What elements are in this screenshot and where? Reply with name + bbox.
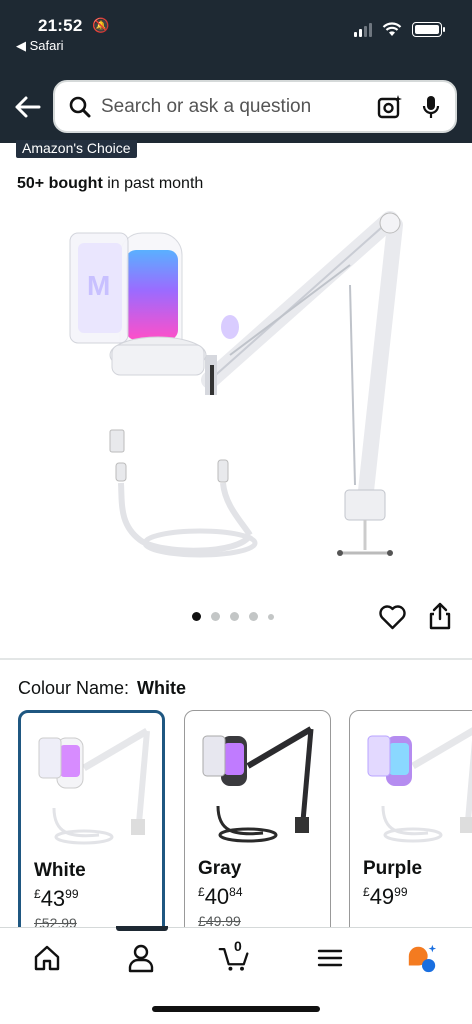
bought-in-past-month: 50+ bought in past month — [17, 175, 203, 193]
home-icon[interactable] — [31, 942, 63, 974]
top-header: 21:52 🔕 ◀ Safari — [0, 0, 472, 143]
bought-count: 50+ bought — [17, 175, 103, 192]
swatch-price: £4084 — [198, 884, 243, 909]
bought-suffix: in past month — [107, 175, 204, 192]
status-time: 21:52 — [38, 16, 83, 35]
swatch-gray-image — [202, 726, 314, 843]
swatch-name: Purple — [363, 858, 423, 879]
swatch-white-image — [38, 727, 150, 845]
carousel-dot[interactable] — [230, 612, 239, 621]
section-divider — [0, 658, 472, 660]
microphone-icon[interactable] — [421, 95, 441, 119]
wifi-icon — [382, 22, 402, 36]
swatch-price: £4399 — [34, 886, 79, 911]
carousel-dot[interactable] — [249, 612, 258, 621]
svg-text:M: M — [87, 270, 110, 301]
active-tab-indicator — [116, 926, 168, 931]
swatch-name: White — [34, 860, 86, 881]
amazons-choice-badge: Amazon's Choice — [16, 140, 137, 158]
search-input[interactable] — [101, 95, 377, 118]
rufus-icon[interactable] — [406, 942, 438, 974]
swatch-white[interactable]: White £4399 £52.99 — [18, 710, 165, 933]
swatch-name: Gray — [198, 858, 242, 879]
silent-bell-icon: 🔕 — [92, 17, 110, 33]
swatch-purple-image — [367, 727, 472, 843]
cellular-signal-icon — [354, 22, 372, 37]
account-icon[interactable] — [125, 942, 157, 974]
carousel-dot[interactable] — [192, 612, 201, 621]
search-icon — [69, 96, 91, 117]
carousel-dot[interactable] — [268, 613, 274, 620]
swatch-purple[interactable]: Purple £4999 — [349, 710, 472, 933]
status-icons — [354, 22, 445, 37]
cart-count-badge: 0 — [234, 938, 242, 954]
colour-swatches: White £4399 £52.99 Gray £4084 £49.99 Pur… — [18, 708, 472, 933]
colour-selection-label: Colour Name: White — [18, 678, 186, 699]
image-carousel-dots[interactable] — [192, 612, 274, 621]
swatch-gray[interactable]: Gray £4084 £49.99 — [184, 710, 331, 933]
camera-lens-icon[interactable] — [377, 94, 403, 120]
product-image[interactable]: M — [50, 205, 430, 575]
back-arrow-icon[interactable] — [12, 92, 42, 122]
colour-label: Colour Name: — [18, 678, 130, 698]
menu-icon[interactable] — [314, 942, 346, 974]
carousel-dot[interactable] — [211, 612, 220, 621]
search-bar[interactable] — [53, 80, 457, 133]
back-to-safari-link[interactable]: ◀ Safari — [16, 38, 64, 54]
home-indicator[interactable] — [152, 1006, 320, 1012]
heart-icon[interactable] — [379, 604, 406, 630]
share-icon[interactable] — [428, 602, 452, 630]
colour-value: White — [137, 678, 187, 698]
swatch-price: £4999 — [363, 884, 408, 909]
battery-icon — [412, 22, 445, 37]
